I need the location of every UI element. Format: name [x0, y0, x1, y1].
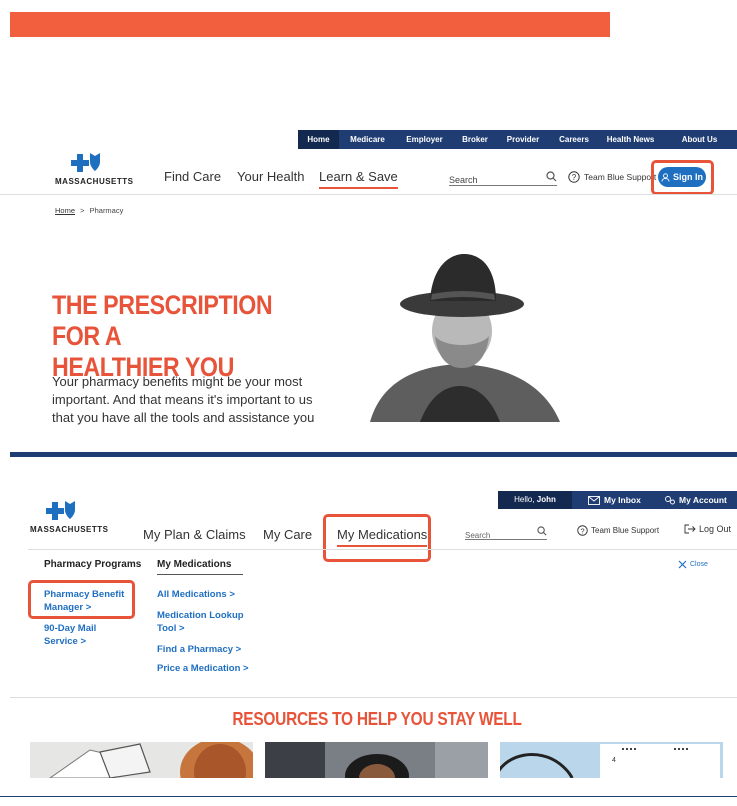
- search-placeholder-2: Search: [465, 531, 491, 540]
- menu-link-lookup-line1: Medication Lookup: [157, 610, 244, 621]
- menu-link-90day-line1: 90-Day Mail: [44, 623, 97, 634]
- team-blue-support-link-2[interactable]: Team Blue Support: [591, 526, 659, 535]
- resource-card-image-2[interactable]: [265, 742, 488, 778]
- help-icon[interactable]: ?: [568, 171, 580, 183]
- close-icon: [678, 560, 687, 569]
- menu-link-90-day-mail[interactable]: 90-Day Mail Service >: [44, 622, 96, 648]
- utility-nav-about-us[interactable]: About Us: [662, 130, 737, 149]
- menu-link-lookup-line2: Tool >: [157, 623, 185, 634]
- greeting-prefix: Hello,: [514, 495, 535, 504]
- menu-link-medication-lookup[interactable]: Medication Lookup Tool >: [157, 609, 244, 635]
- hero-paragraph-line2: important. And that means it's important…: [52, 392, 313, 407]
- bottom-rule: [0, 796, 737, 797]
- nav-your-health[interactable]: Your Health: [237, 169, 304, 184]
- log-out-link[interactable]: Log Out: [684, 524, 731, 534]
- mail-icon: [588, 495, 600, 505]
- nav-my-medications[interactable]: My Medications: [337, 527, 428, 547]
- my-inbox-link[interactable]: My Inbox: [588, 491, 641, 509]
- hero-paragraph: Your pharmacy benefits might be your mos…: [52, 373, 342, 427]
- logo-text: MASSACHUSETTS: [55, 177, 134, 186]
- header-divider: [0, 194, 737, 195]
- resources-heading: RESOURCES TO HELP YOU STAY WELL: [232, 709, 522, 729]
- utility-nav-medicare[interactable]: Medicare: [339, 130, 396, 149]
- menu-close-button[interactable]: Close: [678, 560, 708, 569]
- svg-text:?: ?: [580, 526, 584, 535]
- my-inbox-label: My Inbox: [604, 495, 641, 505]
- menu-col1-title: Pharmacy Programs: [44, 559, 142, 570]
- nav-find-care[interactable]: Find Care: [164, 169, 221, 184]
- breadcrumb: Home > Pharmacy: [55, 206, 123, 215]
- bcbs-logo-icon[interactable]: [70, 152, 104, 174]
- greeting-name: John: [536, 495, 556, 504]
- search-icon[interactable]: [546, 171, 557, 182]
- resource-card-image-3[interactable]: 4: [500, 742, 723, 778]
- hero-headline-line1: THE PRESCRIPTION FOR A: [52, 290, 273, 351]
- hero-photo: [350, 236, 572, 422]
- menu-close-label: Close: [690, 561, 708, 568]
- search-input-2[interactable]: Search: [465, 525, 547, 540]
- hero-paragraph-line3: that you have all the tools and assistan…: [52, 410, 315, 425]
- user-icon: [661, 172, 670, 182]
- search-icon[interactable]: [537, 526, 547, 536]
- utility-nav-health-news[interactable]: Health News: [599, 130, 662, 149]
- menu-link-pharmacy-benefit-manager[interactable]: Pharmacy Benefit Manager >: [44, 588, 124, 614]
- menu-link-price-medication[interactable]: Price a Medication >: [157, 662, 249, 675]
- help-icon[interactable]: ?: [577, 525, 588, 536]
- nav-my-plan-claims[interactable]: My Plan & Claims: [143, 527, 246, 542]
- search-input[interactable]: Search: [449, 170, 557, 186]
- menu-link-pbm-line1: Pharmacy Benefit: [44, 589, 125, 600]
- search-placeholder: Search: [449, 175, 478, 185]
- utility-nav-broker[interactable]: Broker: [453, 130, 497, 149]
- menu-link-90day-line2: Service >: [44, 636, 86, 647]
- menu-bottom-divider: [10, 697, 737, 698]
- my-account-link[interactable]: My Account: [664, 491, 727, 509]
- nav-my-care[interactable]: My Care: [263, 527, 312, 542]
- bcbs-logo-icon[interactable]: [45, 500, 79, 522]
- svg-text:4: 4: [612, 757, 616, 764]
- logout-icon: [684, 524, 696, 534]
- log-out-label: Log Out: [699, 524, 732, 534]
- sign-in-label: Sign In: [673, 172, 703, 182]
- my-account-label: My Account: [679, 495, 727, 505]
- section-separator: [10, 452, 737, 457]
- resource-card-image-1[interactable]: [30, 742, 253, 778]
- logo-text-2: MASSACHUSETTS: [30, 525, 109, 534]
- menu-col2-title: My Medications: [157, 559, 243, 575]
- svg-text:?: ?: [572, 173, 577, 182]
- breadcrumb-home-link[interactable]: Home: [55, 206, 75, 215]
- team-blue-support-link[interactable]: Team Blue Support: [584, 172, 656, 182]
- utility-nav-employer[interactable]: Employer: [396, 130, 453, 149]
- menu-link-all-medications[interactable]: All Medications >: [157, 588, 235, 601]
- menu-link-pbm-line2: Manager >: [44, 602, 92, 613]
- hero-headline: THE PRESCRIPTION FOR A HEALTHIER YOU: [52, 290, 310, 383]
- utility-nav-careers[interactable]: Careers: [549, 130, 599, 149]
- utility-nav-home[interactable]: Home: [298, 130, 339, 149]
- hero-paragraph-line1: Your pharmacy benefits might be your mos…: [52, 374, 303, 389]
- greeting: Hello, John: [498, 491, 572, 509]
- utility-nav: Home Medicare Employer Broker Provider C…: [298, 130, 737, 149]
- nav-learn-save[interactable]: Learn & Save: [319, 169, 398, 189]
- breadcrumb-separator: >: [80, 206, 85, 215]
- menu-link-find-pharmacy[interactable]: Find a Pharmacy >: [157, 643, 241, 656]
- top-banner-bar: [10, 12, 610, 37]
- sign-in-button[interactable]: Sign In: [658, 167, 706, 187]
- breadcrumb-current: Pharmacy: [89, 206, 124, 215]
- utility-nav-provider[interactable]: Provider: [497, 130, 549, 149]
- header-divider-2: [28, 549, 737, 550]
- gear-icon: [665, 496, 675, 505]
